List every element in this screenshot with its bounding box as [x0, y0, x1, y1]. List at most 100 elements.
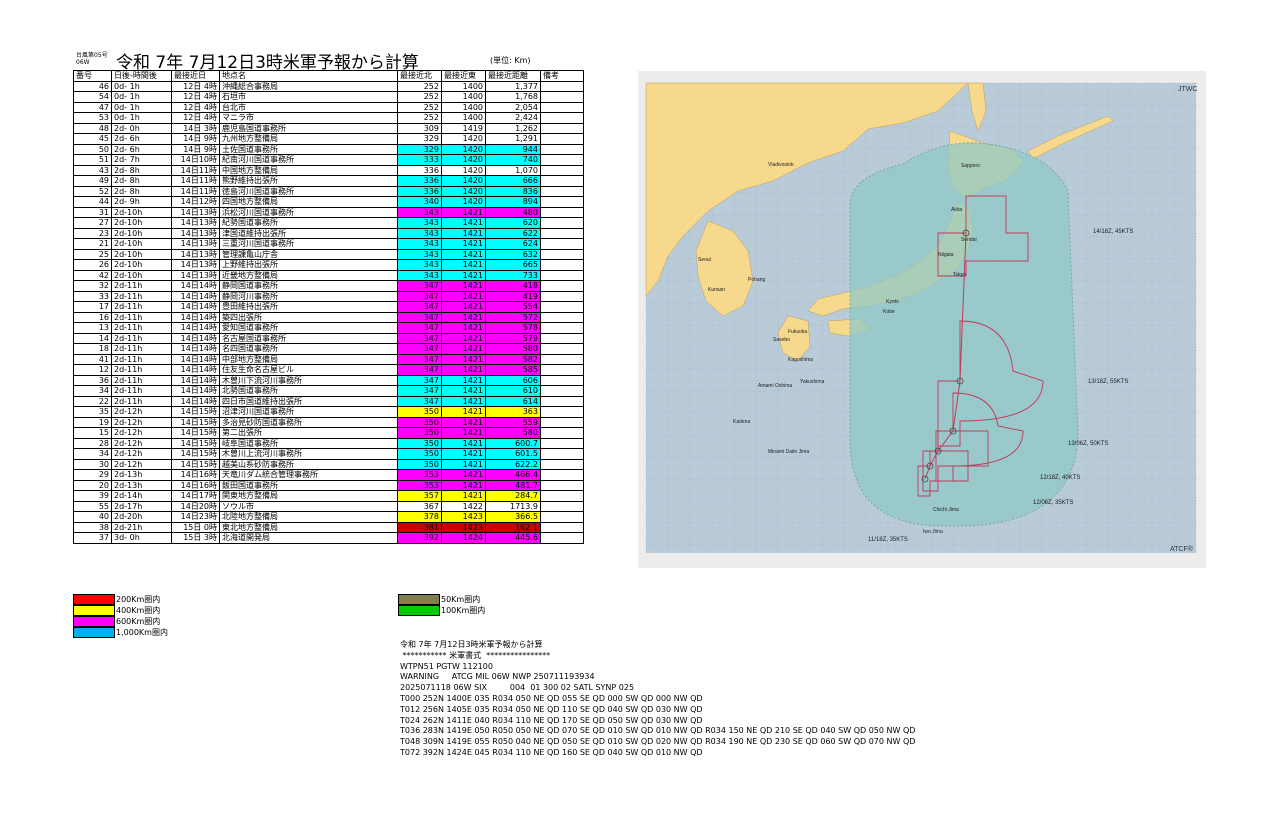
cell-lat: 252 — [397, 91, 442, 103]
cell-lon: 1421 — [441, 206, 486, 218]
cell-remarks — [540, 269, 584, 281]
cell-lat: 343 — [397, 248, 442, 260]
cell-date: 14日14時 — [171, 301, 220, 313]
cell-no: 48 — [73, 122, 112, 134]
cell-date: 14日14時 — [171, 374, 220, 386]
cell-dist: 572 — [485, 311, 541, 323]
cell-after: 2d-11h — [111, 332, 172, 344]
cell-name: 徳島河川国道事務所 — [219, 185, 398, 197]
cell-lon: 1421 — [441, 416, 486, 428]
cell-remarks — [540, 154, 584, 166]
cell-name: 浜松河川国道事務所 — [219, 206, 398, 218]
cell-lat: 343 — [397, 238, 442, 250]
cell-after: 2d-11h — [111, 395, 172, 407]
table-row: 15 2d-12h 14日15時 第二出張所 350 1421 580 — [73, 427, 584, 439]
cell-remarks — [540, 259, 584, 271]
typhoon-code: 06W — [76, 59, 90, 66]
cell-no: 34 — [73, 448, 112, 460]
cell-dist: 559 — [485, 416, 541, 428]
cell-dist: 894 — [485, 196, 541, 208]
cell-date: 14日13時 — [171, 217, 220, 229]
cell-name: 近畿地方整備局 — [219, 269, 398, 281]
cell-no: 42 — [73, 269, 112, 281]
table-row: 13 2d-11h 14日14時 愛知国道事務所 347 1421 578 — [73, 322, 584, 334]
place-label: Minami Daito Jima — [768, 449, 809, 455]
cell-lat: 347 — [397, 322, 442, 334]
cell-date: 14日13時 — [171, 259, 220, 271]
cell-lat: 252 — [397, 101, 442, 113]
message-line: T048 309N 1419E 055 R050 040 NE QD 050 S… — [400, 737, 916, 747]
cell-date: 14日17時 — [171, 490, 220, 502]
cell-lon: 1400 — [441, 101, 486, 113]
cell-date: 14日23時 — [171, 511, 220, 523]
cell-after: 0d- 1h — [111, 112, 172, 124]
cell-lat: 336 — [397, 185, 442, 197]
distance-table: 番号 日後-時間後 最接近日 地点名 最接近北 最接近東 最接近距離 備考 46… — [73, 70, 584, 544]
cell-lon: 1420 — [441, 185, 486, 197]
table-row: 51 2d- 7h 14日10時 紀南河川国道事務所 333 1420 740 — [73, 154, 584, 166]
forecast-label: 12/18Z, 40KTS — [1040, 475, 1080, 481]
cell-no: 33 — [73, 290, 112, 302]
cell-dist: 480 — [485, 206, 541, 218]
col-header-lon: 最接近東 — [441, 70, 486, 82]
cell-name: 熊野維持出張所 — [219, 175, 398, 187]
table-row: 22 2d-11h 14日14時 四日市国道維持出張所 347 1421 614 — [73, 395, 584, 407]
message-line: T024 262N 1411E 040 R034 110 NE QD 170 S… — [400, 715, 703, 725]
cell-lon: 1421 — [441, 448, 486, 460]
cell-lon: 1421 — [441, 490, 486, 502]
cell-name: 北勢国道事務所 — [219, 385, 398, 397]
cell-no: 43 — [73, 164, 112, 176]
cell-lat: 343 — [397, 206, 442, 218]
cell-lat: 347 — [397, 301, 442, 313]
table-row: 34 2d-12h 14日15時 木曽川上流河川事務所 350 1421 601.5 — [73, 448, 584, 460]
legend-label: 400Km圏内 — [116, 606, 161, 615]
forecast-label: 13/06Z, 50KTS — [1068, 441, 1108, 447]
place-label: Sapporo — [961, 163, 980, 169]
cell-remarks — [540, 217, 584, 229]
cell-remarks — [540, 511, 584, 523]
cell-after: 2d-20h — [111, 511, 172, 523]
cell-lat: 350 — [397, 458, 442, 470]
cell-no: 27 — [73, 217, 112, 229]
cell-name: 石垣市 — [219, 91, 398, 103]
table-row: 41 2d-11h 14日14時 中部地方整備局 347 1421 582 — [73, 353, 584, 365]
cell-name: 津国道維持出張所 — [219, 227, 398, 239]
cell-lat: 350 — [397, 416, 442, 428]
cell-lat: 347 — [397, 385, 442, 397]
cell-name: 木曽川下流河川事務所 — [219, 374, 398, 386]
cell-dist: 606 — [485, 374, 541, 386]
cell-dist: 740 — [485, 154, 541, 166]
cell-lon: 1400 — [441, 112, 486, 124]
cell-dist: 624 — [485, 238, 541, 250]
cell-date: 14日14時 — [171, 364, 220, 376]
cell-lat: 392 — [397, 532, 442, 544]
cell-lon: 1423 — [441, 511, 486, 523]
cell-after: 2d-11h — [111, 322, 172, 334]
cell-lon: 1420 — [441, 175, 486, 187]
col-header-elapsed: 日後-時間後 — [111, 70, 172, 82]
cell-no: 21 — [73, 238, 112, 250]
cell-no: 50 — [73, 143, 112, 155]
cell-no: 55 — [73, 500, 112, 512]
cell-name: 九州地方整備局 — [219, 133, 398, 145]
cell-dist: 632 — [485, 248, 541, 260]
cell-name: 飯田国道事務所 — [219, 479, 398, 491]
cell-dist: 578 — [485, 322, 541, 334]
cell-remarks — [540, 196, 584, 208]
cell-no: 39 — [73, 490, 112, 502]
cell-name: 紀勢国道事務所 — [219, 217, 398, 229]
cell-after: 2d-10h — [111, 238, 172, 250]
cell-no: 28 — [73, 437, 112, 449]
cell-remarks — [540, 343, 584, 355]
cell-remarks — [540, 385, 584, 397]
cell-name: 名四国道事務所 — [219, 343, 398, 355]
cell-lon: 1419 — [441, 122, 486, 134]
cell-dist: 162.1 — [485, 521, 541, 533]
cell-dist: 579 — [485, 332, 541, 344]
cell-lon: 1421 — [441, 469, 486, 481]
cell-after: 2d-12h — [111, 458, 172, 470]
cell-after: 3d- 0h — [111, 532, 172, 544]
cell-lon: 1421 — [441, 406, 486, 418]
cell-dist: 1,262 — [485, 122, 541, 134]
message-line: T072 392N 1424E 045 R034 110 NE QD 160 S… — [400, 747, 703, 757]
